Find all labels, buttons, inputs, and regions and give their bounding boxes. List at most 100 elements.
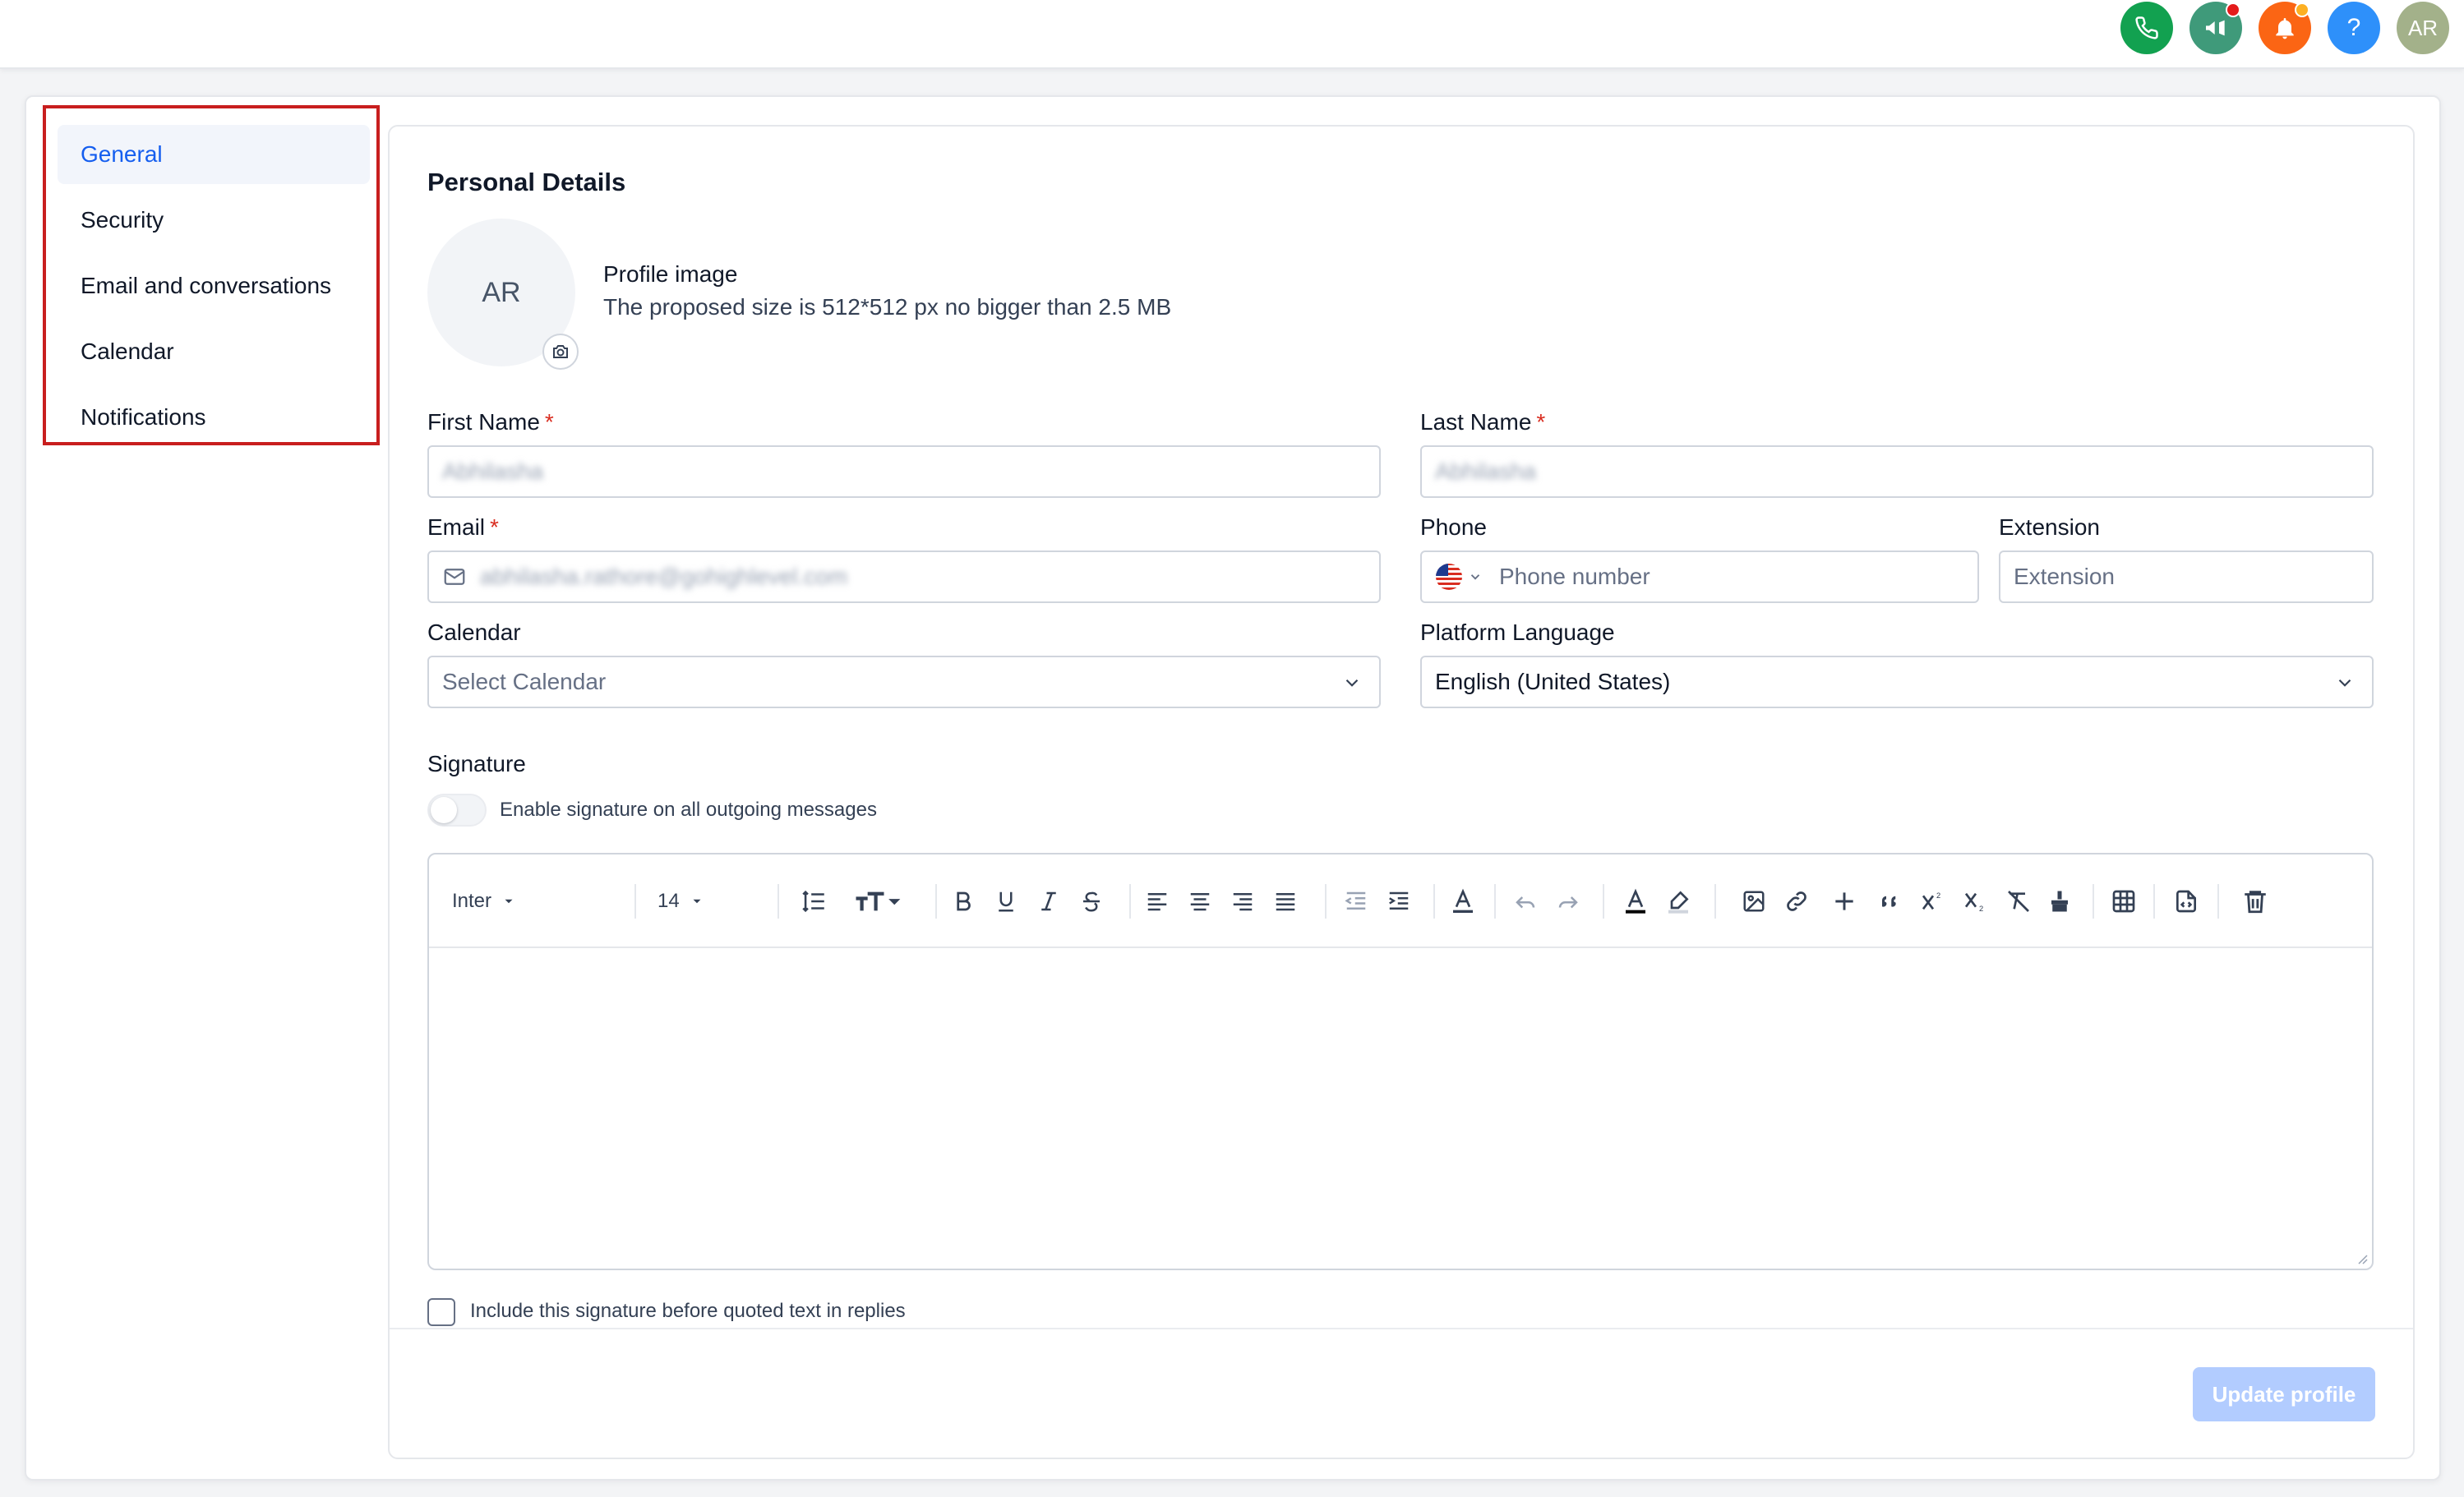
- toolbar-separator: [2093, 884, 2094, 919]
- sidebar-item-label: Security: [81, 207, 164, 233]
- calendar-select[interactable]: Select Calendar: [427, 656, 1381, 708]
- phone-icon[interactable]: [2120, 2, 2173, 54]
- last-name-input[interactable]: Abhilasha: [1420, 445, 2374, 498]
- editor-toolbar: Inter 14 2 2: [429, 854, 2372, 948]
- toolbar-separator: [634, 884, 636, 919]
- text-size-icon[interactable]: [848, 884, 906, 919]
- signature-editor[interactable]: Inter 14 2 2: [427, 853, 2374, 1270]
- resize-handle-icon[interactable]: [2352, 1249, 2369, 1265]
- footer-divider: [390, 1328, 2413, 1329]
- svg-text:2: 2: [1979, 905, 1983, 913]
- include-signature-label: Include this signature before quoted tex…: [470, 1300, 906, 1322]
- paint-icon[interactable]: [2043, 884, 2076, 919]
- first-name-input[interactable]: Abhilasha: [427, 445, 1381, 498]
- highlight-icon[interactable]: [1662, 884, 1695, 919]
- sidebar-item-notifications[interactable]: Notifications: [58, 388, 370, 447]
- outdent-icon[interactable]: [1340, 884, 1373, 919]
- align-center-icon[interactable]: [1184, 884, 1216, 919]
- bell-icon[interactable]: [2259, 2, 2311, 54]
- sidebar-item-general[interactable]: General: [58, 125, 370, 184]
- toolbar-separator: [1433, 884, 1435, 919]
- include-signature-checkbox[interactable]: [427, 1298, 455, 1326]
- image-icon[interactable]: [1737, 884, 1770, 919]
- underline-icon[interactable]: [990, 884, 1022, 919]
- align-left-icon[interactable]: [1141, 884, 1174, 919]
- email-value: abhilasha.rathore@gohighlevel.com: [480, 564, 848, 589]
- redo-icon[interactable]: [1552, 884, 1585, 919]
- font-size-dropdown[interactable]: 14: [658, 884, 731, 919]
- toolbar-separator: [1129, 884, 1131, 919]
- bold-icon[interactable]: [947, 884, 980, 919]
- signature-title: Signature: [427, 751, 526, 776]
- update-profile-button[interactable]: Update profile: [2193, 1367, 2375, 1421]
- first-name-label: First Name *: [427, 409, 554, 435]
- strikethrough-icon[interactable]: [1075, 884, 1108, 919]
- notification-dot: [2295, 2, 2309, 17]
- megaphone-icon[interactable]: [2189, 2, 2242, 54]
- required-mark: *: [544, 409, 554, 435]
- country-selector[interactable]: [1435, 563, 1483, 591]
- code-file-icon[interactable]: [2170, 884, 2203, 919]
- chevron-down-icon: [2338, 679, 2351, 687]
- sidebar-item-label: General: [81, 141, 163, 167]
- phone-input[interactable]: Phone number: [1420, 550, 1979, 603]
- chevron-down-icon: [1345, 679, 1359, 687]
- required-mark: *: [490, 514, 499, 540]
- signature-toggle[interactable]: [427, 794, 487, 827]
- last-name-label-text: Last Name: [1420, 409, 1532, 435]
- trash-icon[interactable]: [2239, 884, 2272, 919]
- caret-down-icon: [505, 899, 513, 904]
- toolbar-separator: [777, 884, 779, 919]
- align-justify-icon[interactable]: [1269, 884, 1302, 919]
- superscript-icon[interactable]: 2: [1917, 884, 1950, 919]
- user-initials: AR: [2407, 15, 2439, 40]
- email-label: Email *: [427, 514, 499, 541]
- upload-photo-button[interactable]: [542, 334, 579, 370]
- camera-icon: [553, 345, 568, 358]
- toggle-knob: [431, 797, 457, 823]
- platform-language-select[interactable]: English (United States): [1420, 656, 2374, 708]
- align-right-icon[interactable]: [1226, 884, 1259, 919]
- first-name-label-text: First Name: [427, 409, 540, 435]
- required-mark: *: [1536, 409, 1546, 435]
- link-icon[interactable]: [1780, 884, 1813, 919]
- caret-down-icon: [693, 899, 701, 904]
- clear-format-icon[interactable]: [2002, 884, 2035, 919]
- signature-toggle-label: Enable signature on all outgoing message…: [500, 799, 877, 821]
- toolbar-separator: [2153, 884, 2155, 919]
- toolbar-separator: [1494, 884, 1496, 919]
- subscript-icon[interactable]: 2: [1959, 884, 1992, 919]
- sidebar-item-label: Calendar: [81, 339, 174, 364]
- sidebar-item-email-conversations[interactable]: Email and conversations: [58, 256, 370, 316]
- sidebar-item-security[interactable]: Security: [58, 191, 370, 250]
- email-label-text: Email: [427, 514, 486, 540]
- help-icon[interactable]: ?: [2328, 2, 2380, 54]
- extension-input[interactable]: Extension: [1999, 550, 2374, 603]
- quote-icon[interactable]: [1874, 884, 1907, 919]
- italic-icon[interactable]: [1032, 884, 1065, 919]
- user-avatar[interactable]: AR: [2397, 2, 2449, 54]
- font-family-dropdown[interactable]: Inter: [452, 884, 542, 919]
- mail-icon: [444, 569, 465, 585]
- email-input[interactable]: abhilasha.rathore@gohighlevel.com: [427, 550, 1381, 603]
- text-color-icon[interactable]: [1447, 884, 1479, 919]
- font-color-icon[interactable]: [1619, 884, 1652, 919]
- toolbar-separator: [2217, 884, 2219, 919]
- add-icon[interactable]: [1828, 884, 1861, 919]
- last-name-value: Abhilasha: [1435, 458, 1536, 484]
- help-glyph: ?: [2346, 14, 2361, 41]
- table-icon[interactable]: [2107, 884, 2140, 919]
- line-height-icon[interactable]: [797, 884, 830, 919]
- undo-icon[interactable]: [1509, 884, 1542, 919]
- top-icons: ? AR: [2120, 0, 2449, 56]
- profile-image-hint: The proposed size is 512*512 px no bigge…: [603, 294, 1172, 320]
- phone-label: Phone: [1420, 514, 1487, 540]
- indent-icon[interactable]: [1382, 884, 1415, 919]
- platform-language-label: Platform Language: [1420, 620, 1615, 645]
- us-flag-icon: [1436, 564, 1462, 590]
- sidebar-item-calendar[interactable]: Calendar: [58, 322, 370, 381]
- platform-language-value: English (United States): [1435, 669, 1671, 694]
- toolbar-separator: [1325, 884, 1327, 919]
- notification-dot: [2226, 2, 2240, 17]
- toolbar-separator: [1603, 884, 1604, 919]
